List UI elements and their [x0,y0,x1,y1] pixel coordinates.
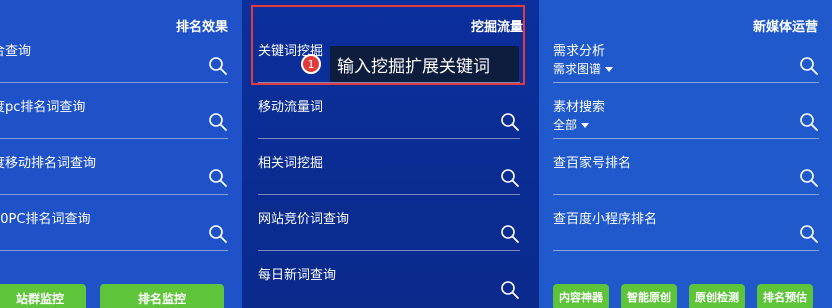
material-type-dropdown[interactable]: 全部 [553,116,590,133]
search-icon[interactable] [500,224,520,244]
query-item-baidu-pc[interactable]: 度pc排名词查询 [0,96,228,152]
input-underline [258,138,520,139]
input-underline [258,250,520,251]
baijiahao-rank-item[interactable]: 查百家号排名 [553,152,819,208]
content-tool-button[interactable]: 内容神器 [553,284,609,308]
mobile-traffic-item[interactable]: 移动流量词 [258,96,520,152]
search-icon[interactable] [799,112,819,132]
search-icon[interactable] [500,168,520,188]
ranking-monitor-button[interactable]: 排名监控 [100,284,224,308]
item-label: 合查询 [0,44,32,59]
rank-estimate-button[interactable]: 排名预估 [757,284,813,308]
dropdown-value: 需求图谱 [553,62,602,76]
step-badge: 1 [301,54,321,74]
item-label: 移动流量词 [258,100,324,115]
search-icon[interactable] [799,56,819,76]
item-label: 度移动排名词查询 [0,156,97,171]
ranking-panel: 排名效果 合查询 度pc排名词查询 度移动排名词查询 60PC排名词查询 站群监… [0,0,242,308]
item-label: 需求分析 [553,44,606,59]
input-underline [553,250,819,251]
item-label: 相关词挖掘 [258,156,324,171]
smart-original-button[interactable]: 智能原创 [621,284,677,308]
dropdown-value: 全部 [553,118,578,132]
mini-program-rank-item[interactable]: 查百度小程序排名 [553,208,819,264]
tooltip: 输入挖掘扩展关键词 [330,46,519,82]
search-icon[interactable] [799,224,819,244]
demand-type-dropdown[interactable]: 需求图谱 [553,60,614,77]
input-underline [0,82,228,83]
item-label: 素材搜索 [553,100,606,115]
demand-analysis-item[interactable]: 需求分析 需求图谱 [553,40,819,96]
input-underline [0,194,228,195]
input-underline [553,194,819,195]
item-label: 每日新词查询 [258,268,337,283]
search-icon[interactable] [208,168,228,188]
search-icon[interactable] [500,280,520,300]
input-underline [0,138,228,139]
search-icon[interactable] [208,112,228,132]
daily-new-words-item[interactable]: 每日新词查询 [258,264,520,308]
query-item-baidu-mobile[interactable]: 度移动排名词查询 [0,152,228,208]
input-underline [553,138,819,139]
search-icon[interactable] [500,112,520,132]
query-item-combined[interactable]: 合查询 [0,40,228,96]
item-label: 查百家号排名 [553,156,632,171]
item-label: 网站竞价词查询 [258,212,350,227]
new-media-panel: 新媒体运营 需求分析 需求图谱 素材搜索 全部 查百家号排名 查百度小程序排名 … [539,0,832,308]
panel-title-ranking: 排名效果 [175,20,228,35]
item-label: 60PC排名词查询 [0,212,91,227]
input-underline [258,194,520,195]
search-icon[interactable] [799,168,819,188]
original-check-button[interactable]: 原创检测 [689,284,745,308]
caret-down-icon [605,67,614,72]
search-icon[interactable] [208,56,228,76]
related-words-item[interactable]: 相关词挖掘 [258,152,520,208]
site-group-monitor-button[interactable]: 站群监控 [0,284,86,308]
material-search-item[interactable]: 素材搜索 全部 [553,96,819,152]
item-label: 度pc排名词查询 [0,100,86,115]
search-icon[interactable] [208,224,228,244]
item-label: 查百度小程序排名 [553,212,658,227]
bidding-words-item[interactable]: 网站竞价词查询 [258,208,520,264]
panel-title-new-media: 新媒体运营 [752,20,818,35]
caret-down-icon [581,123,590,128]
input-underline [0,250,228,251]
input-underline [553,82,819,83]
query-item-360pc[interactable]: 60PC排名词查询 [0,208,228,264]
